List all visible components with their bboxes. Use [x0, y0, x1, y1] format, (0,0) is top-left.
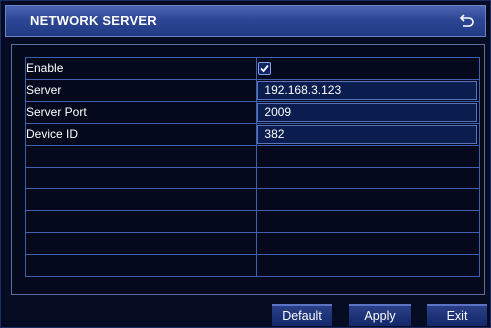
- apply-button[interactable]: Apply: [349, 304, 411, 326]
- device-id-label: Device ID: [24, 122, 258, 146]
- empty-row: [24, 188, 480, 212]
- network-server-dialog: NETWORK SERVER Enable Server 192.168.3.1…: [0, 0, 491, 328]
- return-arrow-icon[interactable]: [457, 12, 475, 30]
- table-row: Device ID 382: [24, 122, 480, 146]
- table-row: Enable: [24, 57, 480, 80]
- page-title: NETWORK SERVER: [30, 13, 157, 28]
- empty-row: [24, 231, 480, 255]
- table-row: Server Port 2009: [24, 100, 480, 124]
- title-bar: NETWORK SERVER: [5, 5, 486, 37]
- enable-label: Enable: [24, 57, 258, 80]
- empty-row: [24, 144, 480, 168]
- server-port-label: Server Port: [24, 100, 258, 124]
- enable-checkbox[interactable]: [258, 62, 272, 76]
- checkmark-icon: [260, 65, 270, 73]
- table-row: Server 192.168.3.123: [24, 78, 480, 102]
- default-button[interactable]: Default: [272, 304, 332, 326]
- empty-row: [24, 253, 480, 277]
- server-label: Server: [24, 78, 258, 102]
- empty-row: [24, 210, 480, 233]
- empty-row: [24, 166, 480, 190]
- settings-panel: Enable Server 192.168.3.123 Server Port: [11, 44, 485, 295]
- exit-button[interactable]: Exit: [427, 304, 487, 326]
- server-port-input[interactable]: 2009: [257, 102, 477, 122]
- device-id-input[interactable]: 382: [257, 124, 477, 144]
- server-input[interactable]: 192.168.3.123: [257, 80, 477, 100]
- settings-table: Enable Server 192.168.3.123 Server Port: [24, 57, 480, 277]
